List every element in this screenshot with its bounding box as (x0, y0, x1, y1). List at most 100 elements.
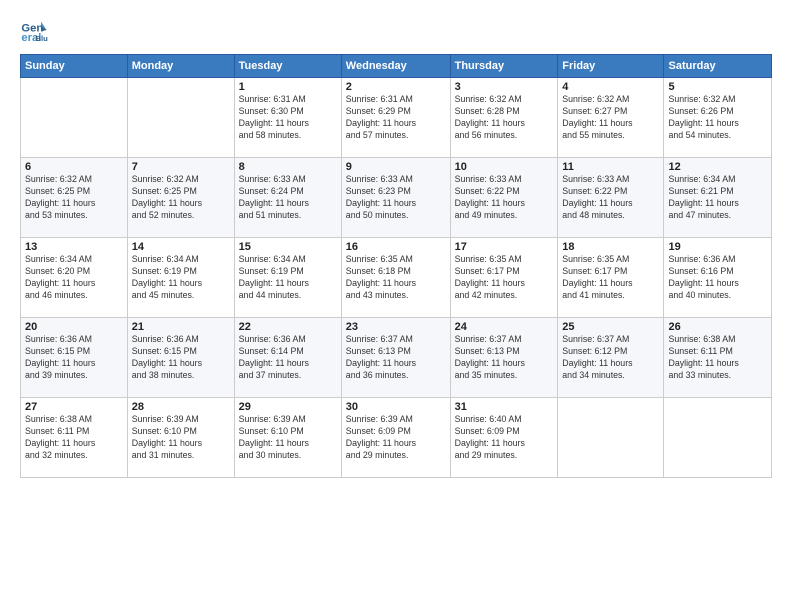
day-info: Sunrise: 6:32 AM Sunset: 6:28 PM Dayligh… (455, 94, 554, 142)
calendar-page: Gen eral Blue SundayMondayTuesdayWednesd… (0, 0, 792, 612)
day-number: 28 (132, 401, 230, 413)
calendar-cell (21, 78, 128, 158)
day-info: Sunrise: 6:32 AM Sunset: 6:25 PM Dayligh… (25, 174, 123, 222)
day-header-monday: Monday (127, 55, 234, 78)
day-number: 31 (455, 401, 554, 413)
day-number: 9 (346, 161, 446, 173)
day-info: Sunrise: 6:31 AM Sunset: 6:29 PM Dayligh… (346, 94, 446, 142)
header: Gen eral Blue (20, 16, 772, 44)
calendar-cell: 25Sunrise: 6:37 AM Sunset: 6:12 PM Dayli… (558, 318, 664, 398)
day-info: Sunrise: 6:36 AM Sunset: 6:16 PM Dayligh… (668, 254, 767, 302)
calendar-cell (664, 398, 772, 478)
day-number: 1 (239, 81, 337, 93)
day-number: 11 (562, 161, 659, 173)
calendar-cell: 2Sunrise: 6:31 AM Sunset: 6:29 PM Daylig… (341, 78, 450, 158)
day-info: Sunrise: 6:32 AM Sunset: 6:25 PM Dayligh… (132, 174, 230, 222)
calendar-cell: 1Sunrise: 6:31 AM Sunset: 6:30 PM Daylig… (234, 78, 341, 158)
calendar-cell: 23Sunrise: 6:37 AM Sunset: 6:13 PM Dayli… (341, 318, 450, 398)
day-header-sunday: Sunday (21, 55, 128, 78)
day-number: 21 (132, 321, 230, 333)
calendar-cell: 5Sunrise: 6:32 AM Sunset: 6:26 PM Daylig… (664, 78, 772, 158)
day-header-saturday: Saturday (664, 55, 772, 78)
day-info: Sunrise: 6:38 AM Sunset: 6:11 PM Dayligh… (668, 334, 767, 382)
calendar-cell: 8Sunrise: 6:33 AM Sunset: 6:24 PM Daylig… (234, 158, 341, 238)
day-number: 12 (668, 161, 767, 173)
day-number: 13 (25, 241, 123, 253)
calendar-cell: 18Sunrise: 6:35 AM Sunset: 6:17 PM Dayli… (558, 238, 664, 318)
day-info: Sunrise: 6:33 AM Sunset: 6:23 PM Dayligh… (346, 174, 446, 222)
calendar-cell: 10Sunrise: 6:33 AM Sunset: 6:22 PM Dayli… (450, 158, 558, 238)
calendar-cell: 13Sunrise: 6:34 AM Sunset: 6:20 PM Dayli… (21, 238, 128, 318)
day-info: Sunrise: 6:34 AM Sunset: 6:21 PM Dayligh… (668, 174, 767, 222)
day-info: Sunrise: 6:34 AM Sunset: 6:19 PM Dayligh… (239, 254, 337, 302)
day-number: 24 (455, 321, 554, 333)
day-info: Sunrise: 6:38 AM Sunset: 6:11 PM Dayligh… (25, 414, 123, 462)
day-number: 30 (346, 401, 446, 413)
calendar-cell: 17Sunrise: 6:35 AM Sunset: 6:17 PM Dayli… (450, 238, 558, 318)
calendar-cell: 24Sunrise: 6:37 AM Sunset: 6:13 PM Dayli… (450, 318, 558, 398)
calendar-cell: 14Sunrise: 6:34 AM Sunset: 6:19 PM Dayli… (127, 238, 234, 318)
calendar-cell: 28Sunrise: 6:39 AM Sunset: 6:10 PM Dayli… (127, 398, 234, 478)
day-number: 2 (346, 81, 446, 93)
logo: Gen eral Blue (20, 16, 48, 44)
calendar-cell: 29Sunrise: 6:39 AM Sunset: 6:10 PM Dayli… (234, 398, 341, 478)
day-info: Sunrise: 6:32 AM Sunset: 6:27 PM Dayligh… (562, 94, 659, 142)
day-number: 8 (239, 161, 337, 173)
calendar-week-2: 6Sunrise: 6:32 AM Sunset: 6:25 PM Daylig… (21, 158, 772, 238)
calendar-cell: 12Sunrise: 6:34 AM Sunset: 6:21 PM Dayli… (664, 158, 772, 238)
calendar-cell: 30Sunrise: 6:39 AM Sunset: 6:09 PM Dayli… (341, 398, 450, 478)
calendar-table: SundayMondayTuesdayWednesdayThursdayFrid… (20, 54, 772, 478)
day-info: Sunrise: 6:32 AM Sunset: 6:26 PM Dayligh… (668, 94, 767, 142)
calendar-cell: 16Sunrise: 6:35 AM Sunset: 6:18 PM Dayli… (341, 238, 450, 318)
svg-text:Blue: Blue (35, 34, 48, 43)
day-number: 6 (25, 161, 123, 173)
calendar-cell (127, 78, 234, 158)
day-number: 16 (346, 241, 446, 253)
calendar-cell (558, 398, 664, 478)
calendar-week-4: 20Sunrise: 6:36 AM Sunset: 6:15 PM Dayli… (21, 318, 772, 398)
day-number: 29 (239, 401, 337, 413)
day-number: 5 (668, 81, 767, 93)
calendar-cell: 20Sunrise: 6:36 AM Sunset: 6:15 PM Dayli… (21, 318, 128, 398)
day-info: Sunrise: 6:39 AM Sunset: 6:10 PM Dayligh… (132, 414, 230, 462)
day-info: Sunrise: 6:35 AM Sunset: 6:17 PM Dayligh… (562, 254, 659, 302)
calendar-cell: 27Sunrise: 6:38 AM Sunset: 6:11 PM Dayli… (21, 398, 128, 478)
day-info: Sunrise: 6:36 AM Sunset: 6:14 PM Dayligh… (239, 334, 337, 382)
day-info: Sunrise: 6:34 AM Sunset: 6:20 PM Dayligh… (25, 254, 123, 302)
day-number: 19 (668, 241, 767, 253)
day-number: 22 (239, 321, 337, 333)
calendar-cell: 22Sunrise: 6:36 AM Sunset: 6:14 PM Dayli… (234, 318, 341, 398)
day-number: 23 (346, 321, 446, 333)
day-number: 18 (562, 241, 659, 253)
day-number: 25 (562, 321, 659, 333)
calendar-cell: 11Sunrise: 6:33 AM Sunset: 6:22 PM Dayli… (558, 158, 664, 238)
calendar-cell: 31Sunrise: 6:40 AM Sunset: 6:09 PM Dayli… (450, 398, 558, 478)
day-info: Sunrise: 6:31 AM Sunset: 6:30 PM Dayligh… (239, 94, 337, 142)
calendar-cell: 19Sunrise: 6:36 AM Sunset: 6:16 PM Dayli… (664, 238, 772, 318)
day-info: Sunrise: 6:35 AM Sunset: 6:17 PM Dayligh… (455, 254, 554, 302)
day-number: 20 (25, 321, 123, 333)
day-header-wednesday: Wednesday (341, 55, 450, 78)
day-info: Sunrise: 6:37 AM Sunset: 6:13 PM Dayligh… (455, 334, 554, 382)
calendar-cell: 4Sunrise: 6:32 AM Sunset: 6:27 PM Daylig… (558, 78, 664, 158)
day-info: Sunrise: 6:33 AM Sunset: 6:22 PM Dayligh… (562, 174, 659, 222)
day-info: Sunrise: 6:33 AM Sunset: 6:24 PM Dayligh… (239, 174, 337, 222)
calendar-week-1: 1Sunrise: 6:31 AM Sunset: 6:30 PM Daylig… (21, 78, 772, 158)
day-header-friday: Friday (558, 55, 664, 78)
day-info: Sunrise: 6:33 AM Sunset: 6:22 PM Dayligh… (455, 174, 554, 222)
calendar-cell: 15Sunrise: 6:34 AM Sunset: 6:19 PM Dayli… (234, 238, 341, 318)
day-info: Sunrise: 6:39 AM Sunset: 6:09 PM Dayligh… (346, 414, 446, 462)
day-info: Sunrise: 6:37 AM Sunset: 6:12 PM Dayligh… (562, 334, 659, 382)
calendar-header-row: SundayMondayTuesdayWednesdayThursdayFrid… (21, 55, 772, 78)
calendar-cell: 7Sunrise: 6:32 AM Sunset: 6:25 PM Daylig… (127, 158, 234, 238)
day-info: Sunrise: 6:40 AM Sunset: 6:09 PM Dayligh… (455, 414, 554, 462)
day-info: Sunrise: 6:39 AM Sunset: 6:10 PM Dayligh… (239, 414, 337, 462)
day-number: 15 (239, 241, 337, 253)
calendar-cell: 3Sunrise: 6:32 AM Sunset: 6:28 PM Daylig… (450, 78, 558, 158)
calendar-cell: 9Sunrise: 6:33 AM Sunset: 6:23 PM Daylig… (341, 158, 450, 238)
day-number: 26 (668, 321, 767, 333)
calendar-cell: 26Sunrise: 6:38 AM Sunset: 6:11 PM Dayli… (664, 318, 772, 398)
calendar-cell: 21Sunrise: 6:36 AM Sunset: 6:15 PM Dayli… (127, 318, 234, 398)
day-header-thursday: Thursday (450, 55, 558, 78)
calendar-cell: 6Sunrise: 6:32 AM Sunset: 6:25 PM Daylig… (21, 158, 128, 238)
